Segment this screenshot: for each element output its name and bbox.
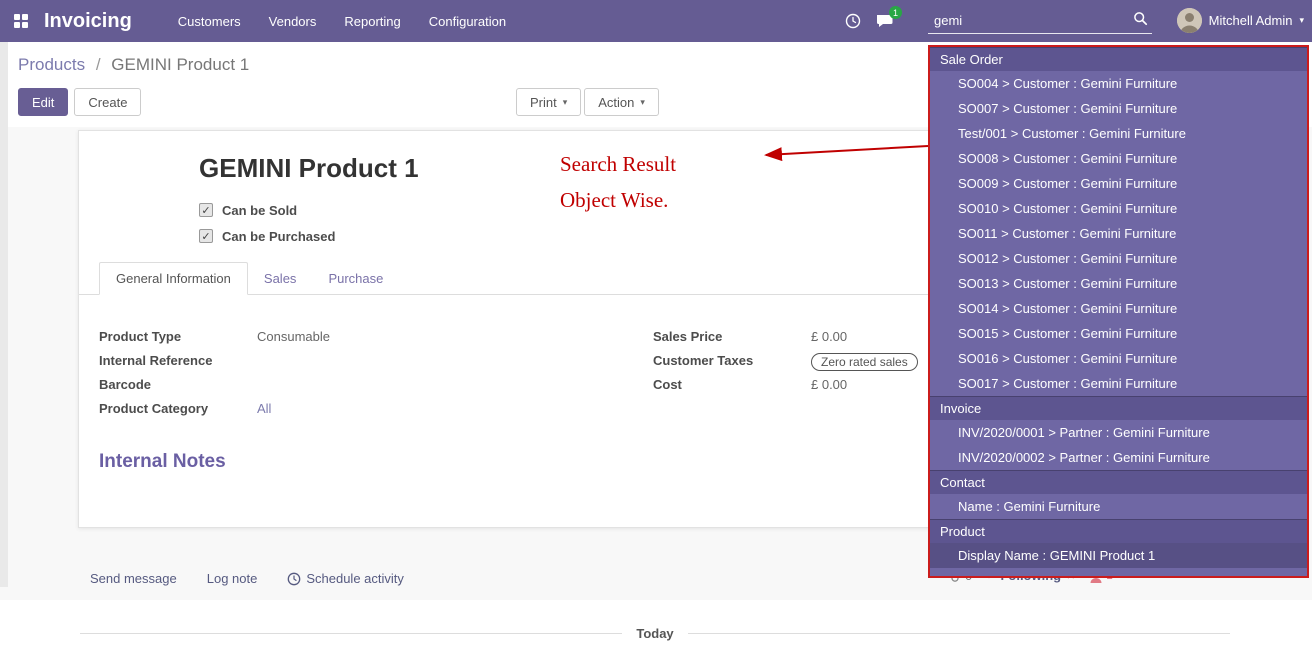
cost-value: £ 0.00 [811, 377, 847, 392]
search-result-item[interactable]: SO014 > Customer : Gemini Furniture [930, 296, 1307, 321]
search-icon[interactable] [1133, 11, 1148, 29]
notebook-tabs: General Information Sales Purchase [79, 263, 934, 295]
search-result-item[interactable]: SO007 > Customer : Gemini Furniture [930, 96, 1307, 121]
search-result-item[interactable]: Name : Gemini Furniture [930, 494, 1307, 519]
today-label: Today [622, 626, 687, 641]
search-input[interactable]: gemi [928, 13, 1133, 28]
tab-purchase[interactable]: Purchase [312, 263, 399, 294]
search-results-dropdown: Sale OrderSO004 > Customer : Gemini Furn… [928, 45, 1309, 578]
field-label: Customer Taxes [653, 353, 811, 368]
cost-row: Cost £ 0.00 [653, 377, 928, 396]
search-result-item[interactable]: SO009 > Customer : Gemini Furniture [930, 171, 1307, 196]
user-name: Mitchell Admin [1209, 13, 1293, 28]
search-group-sale-order: Sale Order [930, 47, 1307, 71]
product-type-row: Product Type Consumable [99, 329, 639, 348]
action-dropdown-button[interactable]: Action ▾ [584, 88, 659, 116]
field-label: Cost [653, 377, 811, 392]
chatter-toolbar: Send message Log note Schedule activity [90, 571, 404, 586]
send-message-button[interactable]: Send message [90, 571, 177, 586]
barcode-row: Barcode [99, 377, 639, 396]
search-result-item[interactable]: SO016 > Customer : Gemini Furniture [930, 346, 1307, 371]
schedule-activity-label: Schedule activity [306, 571, 404, 586]
app-title[interactable]: Invoicing [44, 10, 132, 33]
search-group-invoice: Invoice [930, 396, 1307, 420]
clock-icon [287, 572, 301, 586]
date-divider: Today [80, 626, 1230, 641]
chevron-down-icon: ▾ [1299, 15, 1304, 26]
annotation-arrow [752, 138, 932, 168]
field-label: Product Category [99, 401, 257, 416]
can-be-sold-label: Can be Sold [222, 203, 297, 218]
top-navbar: Invoicing Customers Vendors Reporting Confi… [0, 0, 1312, 42]
breadcrumb: Products / GEMINI Product 1 [18, 55, 249, 75]
print-label: Print [530, 95, 557, 110]
can-be-sold-checkbox[interactable]: ✓ [199, 203, 213, 217]
sales-price-row: Sales Price £ 0.00 [653, 329, 928, 348]
check-icon: ✓ [201, 230, 210, 243]
tab-general-information[interactable]: General Information [99, 262, 248, 295]
nav-menu-item-customers[interactable]: Customers [178, 10, 241, 33]
search-group-contact: Contact [930, 470, 1307, 494]
search-group-product: Product [930, 519, 1307, 543]
search-result-item[interactable]: Display Name : GEMINI Product 1 [930, 543, 1307, 568]
avatar [1177, 8, 1202, 33]
check-icon: ✓ [201, 204, 210, 217]
can-be-purchased-checkbox[interactable]: ✓ [199, 229, 213, 243]
search-result-item[interactable]: SO013 > Customer : Gemini Furniture [930, 271, 1307, 296]
product-category-row: Product Category All [99, 401, 639, 420]
breadcrumb-products-link[interactable]: Products [18, 55, 85, 74]
search-result-item[interactable]: SO012 > Customer : Gemini Furniture [930, 246, 1307, 271]
search-result-item[interactable]: SO011 > Customer : Gemini Furniture [930, 221, 1307, 246]
nav-menu-item-vendors[interactable]: Vendors [269, 10, 317, 33]
fields-right-column: Sales Price £ 0.00 Customer Taxes Zero r… [653, 329, 928, 401]
search-result-item[interactable]: SO004 > Customer : Gemini Furniture [930, 71, 1307, 96]
user-menu[interactable]: Mitchell Admin ▾ [1177, 8, 1304, 33]
main-menu: Customers Vendors Reporting Configuration [178, 10, 506, 33]
apps-menu-icon[interactable] [14, 14, 28, 28]
product-category-link[interactable]: All [257, 401, 271, 416]
action-label: Action [598, 95, 634, 110]
tab-sales[interactable]: Sales [248, 263, 313, 294]
can-be-purchased-label: Can be Purchased [222, 229, 335, 244]
navbar-search[interactable]: gemi [928, 7, 1152, 34]
search-result-item[interactable]: Test/001 > Customer : Gemini Furniture [930, 121, 1307, 146]
search-result-item[interactable]: SO010 > Customer : Gemini Furniture [930, 196, 1307, 221]
print-dropdown-button[interactable]: Print ▾ [516, 88, 581, 116]
edit-button[interactable]: Edit [18, 88, 68, 116]
nav-menu-item-configuration[interactable]: Configuration [429, 10, 506, 33]
create-button[interactable]: Create [74, 88, 141, 116]
search-result-item[interactable]: SO008 > Customer : Gemini Furniture [930, 146, 1307, 171]
log-note-button[interactable]: Log note [207, 571, 258, 586]
field-label: Sales Price [653, 329, 811, 344]
internal-reference-row: Internal Reference [99, 353, 639, 372]
field-label: Product Type [99, 329, 257, 344]
nav-menu-item-reporting[interactable]: Reporting [344, 10, 400, 33]
search-result-item[interactable]: INV/2020/0001 > Partner : Gemini Furnitu… [930, 420, 1307, 445]
breadcrumb-separator: / [96, 55, 101, 74]
internal-notes-heading: Internal Notes [99, 451, 226, 473]
customer-taxes-tag[interactable]: Zero rated sales [811, 353, 918, 371]
search-result-item[interactable]: INV/2020/0002 > Partner : Gemini Furnitu… [930, 445, 1307, 470]
customer-taxes-row: Customer Taxes Zero rated sales [653, 353, 928, 372]
field-label: Barcode [99, 377, 257, 392]
annotation-line1: Search Result [560, 146, 676, 182]
product-title: GEMINI Product 1 [199, 153, 419, 184]
activities-icon[interactable] [845, 13, 861, 32]
breadcrumb-current: GEMINI Product 1 [111, 55, 249, 74]
product-form-sheet: GEMINI Product 1 ✓ Can be Sold ✓ Can be … [78, 130, 935, 528]
annotation-line2: Object Wise. [560, 182, 676, 218]
sales-price-value: £ 0.00 [811, 329, 847, 344]
annotation-text: Search Result Object Wise. [560, 146, 676, 218]
messages-badge: 1 [889, 6, 902, 19]
chevron-down-icon: ▾ [640, 97, 645, 108]
search-result-item[interactable]: SO017 > Customer : Gemini Furniture [930, 371, 1307, 396]
left-edge-strip [0, 42, 8, 587]
schedule-activity-button[interactable]: Schedule activity [287, 571, 404, 586]
fields-left-column: Product Type Consumable Internal Referen… [99, 329, 639, 425]
search-result-item[interactable]: SO015 > Customer : Gemini Furniture [930, 321, 1307, 346]
product-type-value: Consumable [257, 329, 330, 344]
chevron-down-icon: ▾ [563, 97, 568, 108]
field-label: Internal Reference [99, 353, 257, 368]
